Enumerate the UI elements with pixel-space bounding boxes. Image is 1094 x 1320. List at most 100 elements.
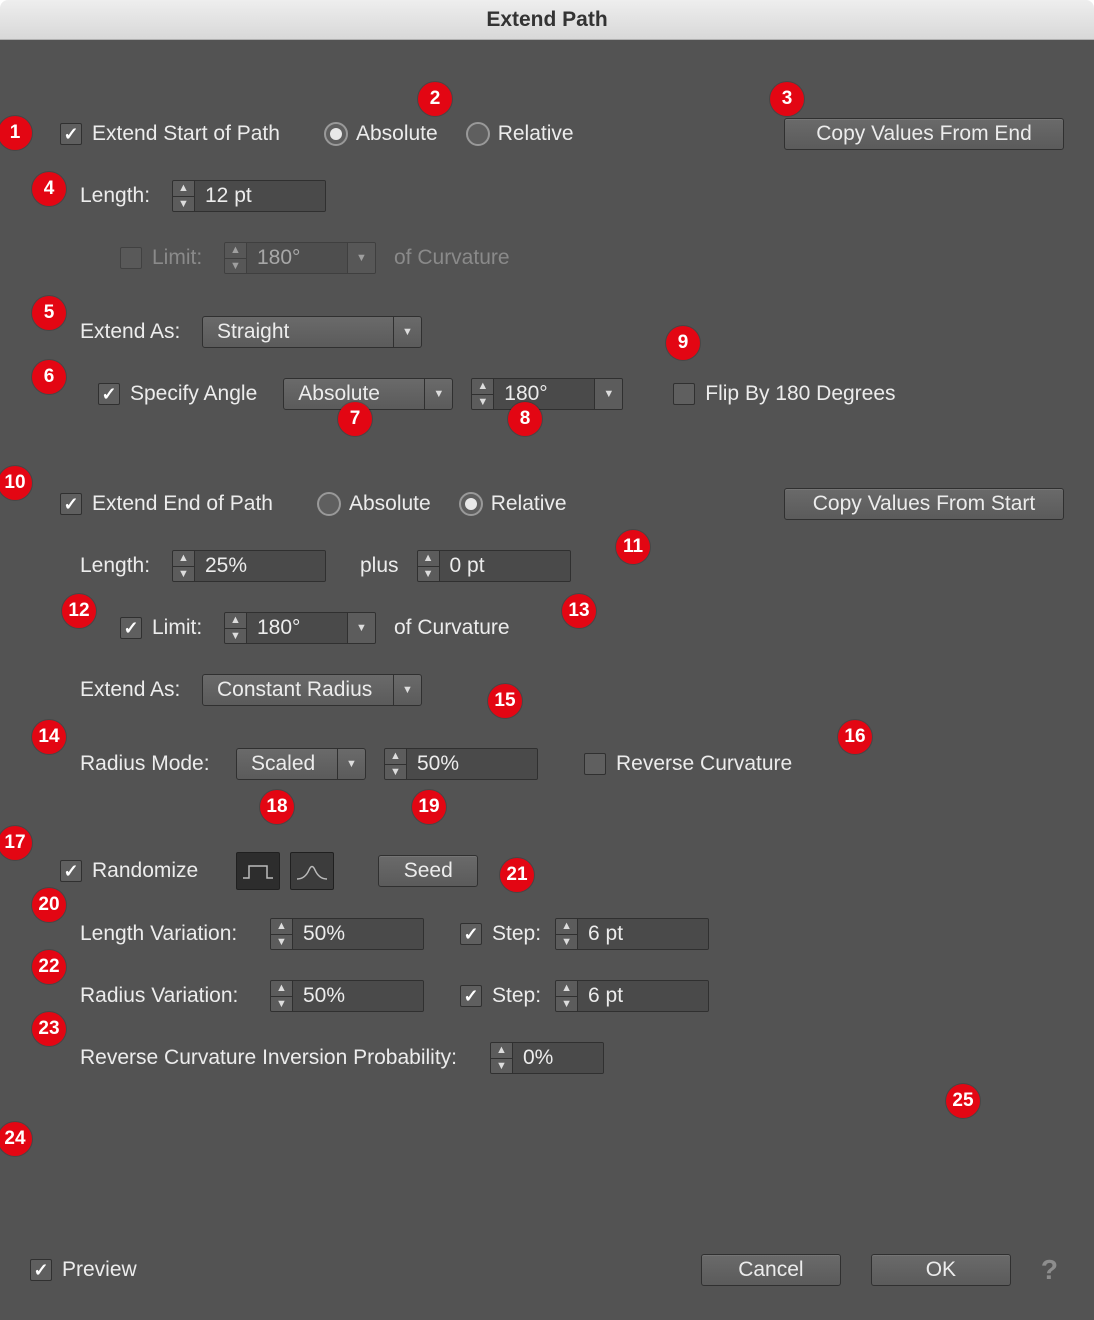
radius-scale-spinner[interactable]: ▲▼ <box>384 748 538 780</box>
start-mode-absolute-label: Absolute <box>356 122 438 146</box>
inversion-prob-spinner[interactable]: ▲▼ <box>490 1042 604 1074</box>
up-arrow-icon[interactable]: ▲ <box>225 613 246 629</box>
start-extend-as-select[interactable]: Straight ▼ <box>202 316 422 348</box>
start-limit-suffix: of Curvature <box>394 246 510 270</box>
radius-step-input[interactable] <box>578 981 708 1011</box>
start-length-spinner[interactable]: ▲▼ <box>172 180 326 212</box>
down-arrow-icon[interactable]: ▼ <box>271 997 292 1012</box>
annotation-19: 19 <box>412 790 446 824</box>
flip-180-checkbox[interactable] <box>673 383 695 405</box>
annotation-8: 8 <box>508 402 542 436</box>
end-mode-absolute-radio[interactable] <box>317 492 341 516</box>
annotation-3: 3 <box>770 82 804 116</box>
down-arrow-icon[interactable]: ▼ <box>556 997 577 1012</box>
annotation-12: 12 <box>62 594 96 628</box>
length-step-checkbox[interactable] <box>460 923 482 945</box>
dropdown-icon: ▼ <box>347 243 375 273</box>
reverse-curvature-checkbox[interactable] <box>584 753 606 775</box>
end-mode-relative-radio[interactable] <box>459 492 483 516</box>
start-mode-relative-radio[interactable] <box>466 122 490 146</box>
radius-variation-input[interactable] <box>293 981 423 1011</box>
extend-end-checkbox[interactable] <box>60 493 82 515</box>
up-arrow-icon[interactable]: ▲ <box>173 181 194 197</box>
down-arrow-icon[interactable]: ▼ <box>271 935 292 950</box>
radius-variation-spinner[interactable]: ▲▼ <box>270 980 424 1012</box>
radius-step-label: Step: <box>492 984 541 1008</box>
plus-label: plus <box>360 554 399 578</box>
copy-from-start-button[interactable]: Copy Values From Start <box>784 488 1064 520</box>
inversion-prob-input[interactable] <box>513 1043 603 1073</box>
up-arrow-icon[interactable]: ▲ <box>491 1043 512 1059</box>
length-variation-input[interactable] <box>293 919 423 949</box>
annotation-7: 7 <box>338 402 372 436</box>
dropdown-icon[interactable]: ▼ <box>347 613 375 643</box>
up-arrow-icon[interactable]: ▲ <box>271 981 292 997</box>
angle-mode-value: Absolute <box>284 382 394 406</box>
up-arrow-icon[interactable]: ▲ <box>385 749 406 765</box>
start-mode-absolute-radio[interactable] <box>324 122 348 146</box>
down-arrow-icon[interactable]: ▼ <box>491 1059 512 1074</box>
cancel-button[interactable]: Cancel <box>701 1254 841 1286</box>
angle-input[interactable] <box>494 379 594 409</box>
dropdown-icon[interactable]: ▼ <box>594 379 622 409</box>
end-length-label: Length: <box>80 554 172 578</box>
randomize-checkbox[interactable] <box>60 860 82 882</box>
annotation-11: 11 <box>616 530 650 564</box>
down-arrow-icon[interactable]: ▼ <box>173 567 194 582</box>
distribution-gaussian-button[interactable] <box>290 852 334 890</box>
down-arrow-icon[interactable]: ▼ <box>556 935 577 950</box>
end-plus-spinner[interactable]: ▲▼ <box>417 550 571 582</box>
up-arrow-icon[interactable]: ▲ <box>472 379 493 395</box>
end-plus-input[interactable] <box>440 551 570 581</box>
down-arrow-icon[interactable]: ▼ <box>173 197 194 212</box>
radius-step-checkbox[interactable] <box>460 985 482 1007</box>
length-step-spinner[interactable]: ▲▼ <box>555 918 709 950</box>
radius-variation-label: Radius Variation: <box>80 984 270 1008</box>
length-variation-spinner[interactable]: ▲▼ <box>270 918 424 950</box>
radius-scale-input[interactable] <box>407 749 537 779</box>
down-arrow-icon[interactable]: ▼ <box>472 395 493 410</box>
flip-180-label: Flip By 180 Degrees <box>705 382 895 406</box>
extend-start-checkbox[interactable] <box>60 123 82 145</box>
end-limit-spinner[interactable]: ▲▼ ▼ <box>224 612 376 644</box>
angle-mode-select[interactable]: Absolute ▼ <box>283 378 453 410</box>
annotation-20: 20 <box>32 888 66 922</box>
radius-step-spinner[interactable]: ▲▼ <box>555 980 709 1012</box>
help-icon[interactable]: ? <box>1035 1254 1064 1286</box>
up-arrow-icon[interactable]: ▲ <box>271 919 292 935</box>
annotation-24: 24 <box>0 1122 32 1156</box>
annotation-5: 5 <box>32 296 66 330</box>
chevron-down-icon: ▼ <box>424 379 452 409</box>
annotation-10: 10 <box>0 466 32 500</box>
end-length-spinner[interactable]: ▲▼ <box>172 550 326 582</box>
down-arrow-icon[interactable]: ▼ <box>225 629 246 644</box>
ok-button[interactable]: OK <box>871 1254 1011 1286</box>
angle-spinner[interactable]: ▲▼ ▼ <box>471 378 623 410</box>
up-arrow-icon[interactable]: ▲ <box>173 551 194 567</box>
copy-from-end-button[interactable]: Copy Values From End <box>784 118 1064 150</box>
end-limit-input[interactable] <box>247 613 347 643</box>
end-limit-checkbox[interactable] <box>120 617 142 639</box>
chevron-down-icon: ▼ <box>337 749 365 779</box>
up-arrow-icon[interactable]: ▲ <box>556 981 577 997</box>
distribution-uniform-button[interactable] <box>236 852 280 890</box>
start-length-input[interactable] <box>195 181 325 211</box>
seed-button[interactable]: Seed <box>378 855 478 887</box>
end-length-input[interactable] <box>195 551 325 581</box>
down-arrow-icon[interactable]: ▼ <box>418 567 439 582</box>
radius-mode-select[interactable]: Scaled ▼ <box>236 748 366 780</box>
chevron-down-icon: ▼ <box>393 317 421 347</box>
length-step-input[interactable] <box>578 919 708 949</box>
down-arrow-icon[interactable]: ▼ <box>385 765 406 780</box>
annotation-15: 15 <box>488 684 522 718</box>
annotation-14: 14 <box>32 720 66 754</box>
specify-angle-checkbox[interactable] <box>98 383 120 405</box>
up-arrow-icon[interactable]: ▲ <box>418 551 439 567</box>
preview-label: Preview <box>62 1258 137 1282</box>
reverse-curvature-label: Reverse Curvature <box>616 752 792 776</box>
end-extend-as-select[interactable]: Constant Radius ▼ <box>202 674 422 706</box>
dialog-panel: 1 2 3 4 5 6 7 8 9 10 11 12 13 14 15 16 1… <box>0 40 1094 1320</box>
preview-checkbox[interactable] <box>30 1259 52 1281</box>
start-extend-as-label: Extend As: <box>80 320 202 344</box>
up-arrow-icon[interactable]: ▲ <box>556 919 577 935</box>
